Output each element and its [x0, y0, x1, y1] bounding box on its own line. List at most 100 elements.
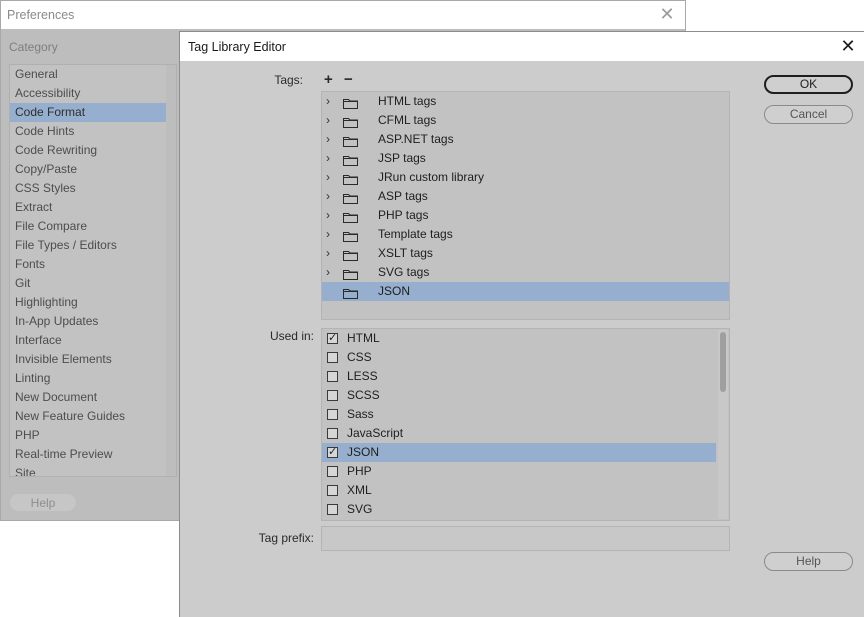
tag-tree-item[interactable]: › JSP tags [322, 149, 729, 168]
checkbox[interactable] [327, 371, 338, 382]
category-item[interactable]: File Types / Editors [10, 236, 166, 255]
used-in-list[interactable]: ✓ HTML CSS LESS SCSS Sass JavaScript ✓ JSON PHP XM… [321, 328, 730, 521]
tag-library-editor-dialog: Tag Library Editor ✕ Tags: + − › HTML tag… [179, 31, 864, 617]
category-item[interactable]: PHP [10, 426, 166, 445]
used-in-item[interactable]: ✓ JSON [322, 443, 716, 462]
category-item[interactable]: Invisible Elements [10, 350, 166, 369]
category-item[interactable]: Site [10, 464, 166, 476]
tag-tree-item-label: ASP tags [378, 189, 428, 203]
chevron-right-icon[interactable]: › [326, 206, 336, 225]
tag-tree-item[interactable]: › Template tags [322, 225, 729, 244]
category-item[interactable]: Real-time Preview [10, 445, 166, 464]
tag-tree-item-label: JSP tags [378, 151, 426, 165]
used-in-item-label: HTML [347, 331, 380, 345]
checkbox[interactable] [327, 466, 338, 477]
tag-tree-item[interactable]: › HTML tags [322, 92, 729, 111]
cancel-button[interactable]: Cancel [764, 105, 853, 124]
folder-icon [343, 248, 358, 261]
used-in-item[interactable]: LESS [322, 367, 716, 386]
category-item[interactable]: In-App Updates [10, 312, 166, 331]
used-in-item-label: XML [347, 483, 372, 497]
category-item[interactable]: Linting [10, 369, 166, 388]
editor-close-icon[interactable]: ✕ [836, 35, 860, 59]
minus-icon[interactable]: − [344, 72, 353, 87]
checkbox-checked[interactable]: ✓ [327, 446, 338, 458]
chevron-right-icon[interactable]: › [326, 92, 336, 111]
tag-tree-item-label: HTML tags [378, 94, 437, 108]
category-item[interactable]: Copy/Paste [10, 160, 166, 179]
category-item[interactable]: CSS Styles [10, 179, 166, 198]
ok-button[interactable]: OK [764, 75, 853, 94]
help-button[interactable]: Help [764, 552, 853, 571]
category-item[interactable]: Code Rewriting [10, 141, 166, 160]
used-in-item[interactable]: JavaScript [322, 424, 716, 443]
chevron-right-icon[interactable]: › [326, 149, 336, 168]
tag-tree[interactable]: › HTML tags › CFML tags › ASP.NET tags › JSP ta… [321, 91, 730, 320]
tag-prefix-input[interactable] [321, 526, 730, 551]
used-in-item[interactable]: ✓ HTML [322, 329, 716, 348]
used-in-item[interactable]: XML [322, 481, 716, 500]
chevron-right-icon[interactable]: › [326, 244, 336, 263]
tag-tree-item[interactable]: › XSLT tags [322, 244, 729, 263]
category-item[interactable]: New Document [10, 388, 166, 407]
category-item[interactable]: Highlighting [10, 293, 166, 312]
category-item[interactable]: Extract [10, 198, 166, 217]
checkbox[interactable] [327, 390, 338, 401]
category-item[interactable]: Code Format [10, 103, 166, 122]
folder-icon [343, 115, 358, 128]
category-item[interactable]: Git [10, 274, 166, 293]
category-item[interactable]: File Compare [10, 217, 166, 236]
tag-tree-item[interactable]: › CFML tags [322, 111, 729, 130]
category-item[interactable]: General [10, 65, 166, 84]
tags-label: Tags: [274, 73, 303, 87]
used-in-item[interactable]: SVG [322, 500, 716, 519]
used-in-item-label: LESS [347, 369, 378, 383]
used-in-item[interactable]: Sass [322, 405, 716, 424]
category-item[interactable]: Code Hints [10, 122, 166, 141]
used-in-item[interactable]: SCSS [322, 386, 716, 405]
tag-tree-item-label: JSON [378, 284, 411, 298]
preferences-close-icon[interactable]: ✕ [655, 3, 679, 27]
category-item[interactable]: New Feature Guides [10, 407, 166, 426]
tag-tree-item[interactable]: JSON [322, 282, 729, 301]
category-item[interactable]: Accessibility [10, 84, 166, 103]
category-item[interactable]: Fonts [10, 255, 166, 274]
used-in-item-label: JavaScript [347, 426, 404, 440]
tag-prefix-label: Tag prefix: [258, 531, 314, 545]
tag-tree-item[interactable]: › ASP tags [322, 187, 729, 206]
chevron-right-icon[interactable]: › [326, 111, 336, 130]
checkmark-icon: ✓ [328, 446, 338, 458]
checkmark-icon: ✓ [328, 332, 338, 344]
checkbox[interactable] [327, 352, 338, 363]
used-in-item-label: SCSS [347, 388, 380, 402]
tag-tree-item[interactable]: › ASP.NET tags [322, 130, 729, 149]
used-in-item[interactable]: CSS [322, 348, 716, 367]
tag-tree-item[interactable]: › JRun custom library [322, 168, 729, 187]
chevron-right-icon[interactable]: › [326, 130, 336, 149]
chevron-right-icon[interactable]: › [326, 168, 336, 187]
folder-icon [343, 172, 358, 185]
checkbox[interactable] [327, 504, 338, 515]
chevron-right-icon[interactable]: › [326, 225, 336, 244]
category-list[interactable]: General Accessibility Code Format Code Hint… [9, 64, 177, 477]
preferences-help-button[interactable]: Help [9, 493, 77, 512]
used-in-scrollbar[interactable] [718, 330, 728, 519]
chevron-right-icon[interactable]: › [326, 187, 336, 206]
folder-icon [343, 267, 358, 280]
used-in-scrollbar-thumb[interactable] [720, 332, 726, 392]
preferences-title: Preferences [7, 8, 75, 22]
checkbox[interactable] [327, 485, 338, 496]
plus-icon[interactable]: + [324, 72, 333, 87]
used-in-item[interactable]: PHP [322, 462, 716, 481]
tag-tree-item-label: SVG tags [378, 265, 430, 279]
tag-tree-item-label: XSLT tags [378, 246, 433, 260]
checkbox-checked[interactable]: ✓ [327, 332, 338, 344]
category-scrollbar[interactable] [166, 65, 176, 476]
checkbox[interactable] [327, 428, 338, 439]
tag-tree-item[interactable]: › PHP tags [322, 206, 729, 225]
checkbox[interactable] [327, 409, 338, 420]
chevron-right-icon[interactable]: › [326, 263, 336, 282]
folder-icon [343, 96, 358, 109]
tag-tree-item[interactable]: › SVG tags [322, 263, 729, 282]
category-item[interactable]: Interface [10, 331, 166, 350]
